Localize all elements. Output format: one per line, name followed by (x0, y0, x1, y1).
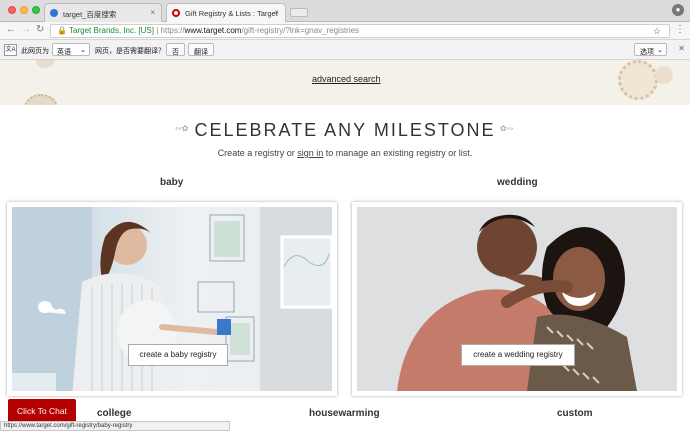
new-tab-button[interactable] (290, 8, 308, 17)
reload-icon[interactable]: ↻ (36, 24, 44, 35)
url-scheme: https:// (160, 26, 185, 35)
translate-prefix: 此网页为 (21, 48, 49, 55)
advanced-search-link[interactable]: advanced search (312, 74, 381, 84)
secure-identity-label: Target Brands, Inc. [US] (69, 26, 154, 35)
create-baby-registry-button[interactable]: create a baby registry (128, 344, 228, 366)
bookmark-star-icon[interactable]: ☆ (653, 25, 661, 37)
wedding-registry-photo: create a wedding registry (357, 207, 677, 391)
flourish-icon: ✿∾ (500, 124, 514, 133)
url-path: /gift-registry/?lnk=gnav_registries (241, 26, 360, 35)
click-to-chat-button[interactable]: Click To Chat (8, 399, 76, 423)
page-title: CELEBRATE ANY MILESTONE (194, 120, 496, 140)
decorative-image (36, 60, 54, 68)
baby-registry-card[interactable]: create a baby registry (7, 202, 337, 396)
tab-title: Gift Registry & Lists : Target (185, 9, 278, 18)
baby-registry-photo: create a baby registry (12, 207, 332, 391)
forward-arrow-icon[interactable]: → (21, 24, 31, 35)
tab-title: target_百度搜索 (63, 10, 117, 19)
category-title-wedding: wedding (497, 177, 538, 188)
url-host: www.target.com (184, 26, 242, 35)
tab-baidu[interactable]: target_百度搜索 × (44, 3, 162, 22)
close-icon[interactable]: ✕ (678, 44, 685, 53)
zoom-window-button[interactable] (32, 6, 40, 14)
profile-icon[interactable]: ● (672, 4, 684, 16)
tab-close-icon[interactable]: × (150, 8, 155, 17)
chevron-down-icon: ⌄ (80, 47, 86, 54)
browser-menu-icon[interactable]: ⋮ (675, 24, 685, 35)
source-language-select[interactable]: 英语 ⌄ (52, 43, 90, 56)
create-wedding-registry-button[interactable]: create a wedding registry (461, 344, 575, 366)
page-subtitle: Create a registry or sign in to manage a… (217, 148, 473, 158)
no-translate-button[interactable]: 否 (166, 43, 185, 56)
tab-target[interactable]: Gift Registry & Lists : Target × (166, 3, 286, 22)
close-window-button[interactable] (8, 6, 16, 14)
source-language-value: 英语 (57, 49, 71, 56)
chevron-down-icon: ⌄ (657, 47, 663, 54)
category-title-housewarming: housewarming (309, 408, 380, 419)
lock-icon: 🔒 (57, 26, 67, 35)
decorative-image (24, 94, 58, 105)
baidu-favicon-icon (50, 9, 58, 17)
translate-options-button[interactable]: 选项 ⌄ (634, 43, 667, 56)
category-title-college: college (97, 408, 132, 419)
tab-strip: target_百度搜索 × Gift Registry & Lists : Ta… (0, 0, 690, 22)
options-label: 选项 (640, 49, 654, 56)
decorative-image (655, 66, 673, 84)
target-favicon-icon (172, 9, 180, 17)
tab-close-icon[interactable]: × (274, 8, 279, 17)
back-arrow-icon[interactable]: ← (6, 24, 16, 35)
sign-in-link[interactable]: sign in (297, 148, 323, 158)
translate-question: 网页，是否需要翻译？ (95, 48, 165, 55)
wedding-registry-card[interactable]: create a wedding registry (352, 202, 682, 396)
hero-banner: advanced search (0, 60, 690, 105)
status-bar-url: https://www.target.com/gift-registry/bab… (0, 421, 230, 431)
category-title-baby: baby (160, 177, 184, 188)
translate-button[interactable]: 翻译 (188, 43, 214, 56)
minimize-window-button[interactable] (20, 6, 28, 14)
translate-icon: 文A (4, 44, 17, 56)
browser-toolbar: ← → ↻ 🔒 Target Brands, Inc. [US] | https… (0, 22, 690, 40)
decorative-image (618, 60, 658, 100)
translate-bar: 文A 此网页为 英语 ⌄ 网页，是否需要翻译？ 否 翻译 选项 ⌄ ✕ (0, 40, 690, 60)
address-bar[interactable]: 🔒 Target Brands, Inc. [US] | https://www… (50, 24, 670, 38)
category-title-custom: custom (557, 408, 593, 419)
